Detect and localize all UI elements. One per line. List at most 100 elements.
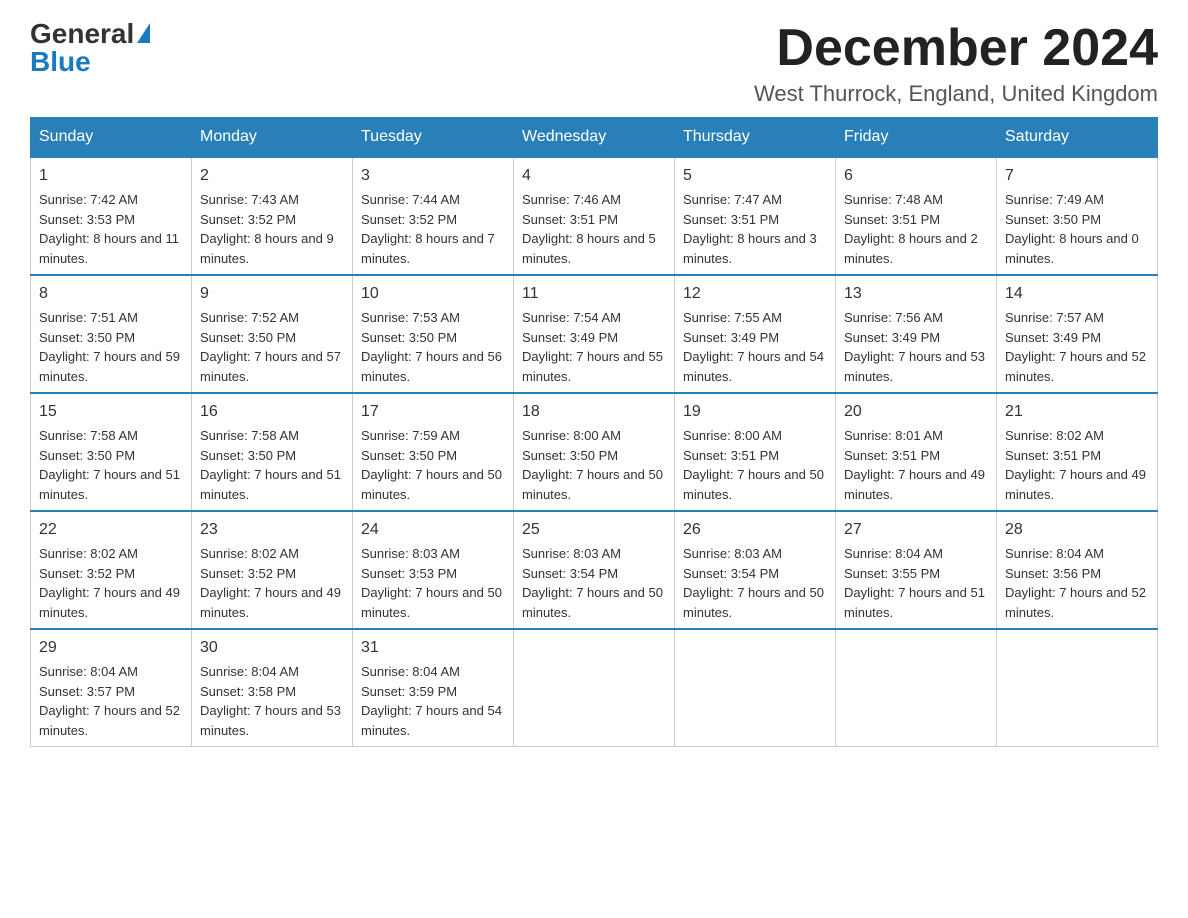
calendar-day-16: 16Sunrise: 7:58 AMSunset: 3:50 PMDayligh… xyxy=(192,393,353,511)
day-number: 18 xyxy=(522,400,666,424)
calendar-day-4: 4Sunrise: 7:46 AMSunset: 3:51 PMDaylight… xyxy=(514,157,675,275)
calendar-day-1: 1Sunrise: 7:42 AMSunset: 3:53 PMDaylight… xyxy=(31,157,192,275)
calendar-header-friday: Friday xyxy=(836,118,997,158)
day-number: 14 xyxy=(1005,282,1149,306)
calendar-empty-cell xyxy=(836,629,997,747)
day-number: 9 xyxy=(200,282,344,306)
calendar-day-15: 15Sunrise: 7:58 AMSunset: 3:50 PMDayligh… xyxy=(31,393,192,511)
day-number: 13 xyxy=(844,282,988,306)
calendar-day-9: 9Sunrise: 7:52 AMSunset: 3:50 PMDaylight… xyxy=(192,275,353,393)
calendar-empty-cell xyxy=(997,629,1158,747)
day-info: Sunrise: 7:44 AMSunset: 3:52 PMDaylight:… xyxy=(361,190,505,268)
calendar-day-8: 8Sunrise: 7:51 AMSunset: 3:50 PMDaylight… xyxy=(31,275,192,393)
day-info: Sunrise: 7:47 AMSunset: 3:51 PMDaylight:… xyxy=(683,190,827,268)
calendar-day-12: 12Sunrise: 7:55 AMSunset: 3:49 PMDayligh… xyxy=(675,275,836,393)
day-info: Sunrise: 7:42 AMSunset: 3:53 PMDaylight:… xyxy=(39,190,183,268)
day-info: Sunrise: 8:02 AMSunset: 3:52 PMDaylight:… xyxy=(200,544,344,622)
calendar-table: SundayMondayTuesdayWednesdayThursdayFrid… xyxy=(30,117,1158,747)
calendar-day-27: 27Sunrise: 8:04 AMSunset: 3:55 PMDayligh… xyxy=(836,511,997,629)
calendar-day-23: 23Sunrise: 8:02 AMSunset: 3:52 PMDayligh… xyxy=(192,511,353,629)
calendar-day-25: 25Sunrise: 8:03 AMSunset: 3:54 PMDayligh… xyxy=(514,511,675,629)
calendar-empty-cell xyxy=(514,629,675,747)
calendar-day-11: 11Sunrise: 7:54 AMSunset: 3:49 PMDayligh… xyxy=(514,275,675,393)
calendar-day-31: 31Sunrise: 8:04 AMSunset: 3:59 PMDayligh… xyxy=(353,629,514,747)
day-info: Sunrise: 8:03 AMSunset: 3:54 PMDaylight:… xyxy=(683,544,827,622)
day-number: 23 xyxy=(200,518,344,542)
calendar-header-row: SundayMondayTuesdayWednesdayThursdayFrid… xyxy=(31,118,1158,158)
calendar-day-26: 26Sunrise: 8:03 AMSunset: 3:54 PMDayligh… xyxy=(675,511,836,629)
calendar-day-10: 10Sunrise: 7:53 AMSunset: 3:50 PMDayligh… xyxy=(353,275,514,393)
day-info: Sunrise: 8:01 AMSunset: 3:51 PMDaylight:… xyxy=(844,426,988,504)
day-info: Sunrise: 8:03 AMSunset: 3:54 PMDaylight:… xyxy=(522,544,666,622)
calendar-week-row: 15Sunrise: 7:58 AMSunset: 3:50 PMDayligh… xyxy=(31,393,1158,511)
day-number: 21 xyxy=(1005,400,1149,424)
day-info: Sunrise: 8:02 AMSunset: 3:51 PMDaylight:… xyxy=(1005,426,1149,504)
day-number: 30 xyxy=(200,636,344,660)
calendar-day-24: 24Sunrise: 8:03 AMSunset: 3:53 PMDayligh… xyxy=(353,511,514,629)
day-number: 8 xyxy=(39,282,183,306)
day-number: 1 xyxy=(39,164,183,188)
calendar-week-row: 22Sunrise: 8:02 AMSunset: 3:52 PMDayligh… xyxy=(31,511,1158,629)
calendar-header-tuesday: Tuesday xyxy=(353,118,514,158)
day-number: 24 xyxy=(361,518,505,542)
calendar-day-29: 29Sunrise: 8:04 AMSunset: 3:57 PMDayligh… xyxy=(31,629,192,747)
day-info: Sunrise: 7:49 AMSunset: 3:50 PMDaylight:… xyxy=(1005,190,1149,268)
calendar-day-17: 17Sunrise: 7:59 AMSunset: 3:50 PMDayligh… xyxy=(353,393,514,511)
day-number: 17 xyxy=(361,400,505,424)
day-info: Sunrise: 7:58 AMSunset: 3:50 PMDaylight:… xyxy=(39,426,183,504)
day-number: 25 xyxy=(522,518,666,542)
calendar-day-5: 5Sunrise: 7:47 AMSunset: 3:51 PMDaylight… xyxy=(675,157,836,275)
calendar-day-14: 14Sunrise: 7:57 AMSunset: 3:49 PMDayligh… xyxy=(997,275,1158,393)
day-number: 6 xyxy=(844,164,988,188)
day-info: Sunrise: 7:56 AMSunset: 3:49 PMDaylight:… xyxy=(844,308,988,386)
day-number: 16 xyxy=(200,400,344,424)
logo-triangle-icon xyxy=(137,23,150,43)
day-info: Sunrise: 8:04 AMSunset: 3:56 PMDaylight:… xyxy=(1005,544,1149,622)
calendar-header-monday: Monday xyxy=(192,118,353,158)
day-info: Sunrise: 7:53 AMSunset: 3:50 PMDaylight:… xyxy=(361,308,505,386)
day-info: Sunrise: 7:52 AMSunset: 3:50 PMDaylight:… xyxy=(200,308,344,386)
logo-general-text: General xyxy=(30,20,134,48)
calendar-day-19: 19Sunrise: 8:00 AMSunset: 3:51 PMDayligh… xyxy=(675,393,836,511)
day-info: Sunrise: 7:48 AMSunset: 3:51 PMDaylight:… xyxy=(844,190,988,268)
month-title: December 2024 xyxy=(754,20,1158,77)
logo: General Blue xyxy=(30,20,150,76)
day-number: 20 xyxy=(844,400,988,424)
day-info: Sunrise: 8:04 AMSunset: 3:55 PMDaylight:… xyxy=(844,544,988,622)
calendar-empty-cell xyxy=(675,629,836,747)
day-info: Sunrise: 8:03 AMSunset: 3:53 PMDaylight:… xyxy=(361,544,505,622)
day-info: Sunrise: 8:04 AMSunset: 3:58 PMDaylight:… xyxy=(200,662,344,740)
calendar-header-sunday: Sunday xyxy=(31,118,192,158)
calendar-day-13: 13Sunrise: 7:56 AMSunset: 3:49 PMDayligh… xyxy=(836,275,997,393)
day-info: Sunrise: 7:54 AMSunset: 3:49 PMDaylight:… xyxy=(522,308,666,386)
day-info: Sunrise: 7:58 AMSunset: 3:50 PMDaylight:… xyxy=(200,426,344,504)
day-info: Sunrise: 7:43 AMSunset: 3:52 PMDaylight:… xyxy=(200,190,344,268)
day-number: 2 xyxy=(200,164,344,188)
calendar-day-18: 18Sunrise: 8:00 AMSunset: 3:50 PMDayligh… xyxy=(514,393,675,511)
calendar-day-30: 30Sunrise: 8:04 AMSunset: 3:58 PMDayligh… xyxy=(192,629,353,747)
day-info: Sunrise: 7:59 AMSunset: 3:50 PMDaylight:… xyxy=(361,426,505,504)
logo-blue-text: Blue xyxy=(30,48,91,76)
day-info: Sunrise: 8:00 AMSunset: 3:50 PMDaylight:… xyxy=(522,426,666,504)
calendar-day-6: 6Sunrise: 7:48 AMSunset: 3:51 PMDaylight… xyxy=(836,157,997,275)
title-section: December 2024 West Thurrock, England, Un… xyxy=(754,20,1158,107)
day-number: 12 xyxy=(683,282,827,306)
day-number: 19 xyxy=(683,400,827,424)
calendar-day-21: 21Sunrise: 8:02 AMSunset: 3:51 PMDayligh… xyxy=(997,393,1158,511)
day-number: 15 xyxy=(39,400,183,424)
calendar-day-20: 20Sunrise: 8:01 AMSunset: 3:51 PMDayligh… xyxy=(836,393,997,511)
day-number: 5 xyxy=(683,164,827,188)
day-info: Sunrise: 8:02 AMSunset: 3:52 PMDaylight:… xyxy=(39,544,183,622)
page-header: General Blue December 2024 West Thurrock… xyxy=(30,20,1158,107)
day-number: 4 xyxy=(522,164,666,188)
calendar-header-saturday: Saturday xyxy=(997,118,1158,158)
calendar-day-7: 7Sunrise: 7:49 AMSunset: 3:50 PMDaylight… xyxy=(997,157,1158,275)
calendar-day-22: 22Sunrise: 8:02 AMSunset: 3:52 PMDayligh… xyxy=(31,511,192,629)
calendar-day-3: 3Sunrise: 7:44 AMSunset: 3:52 PMDaylight… xyxy=(353,157,514,275)
calendar-header-thursday: Thursday xyxy=(675,118,836,158)
day-number: 28 xyxy=(1005,518,1149,542)
calendar-week-row: 29Sunrise: 8:04 AMSunset: 3:57 PMDayligh… xyxy=(31,629,1158,747)
day-info: Sunrise: 8:00 AMSunset: 3:51 PMDaylight:… xyxy=(683,426,827,504)
day-info: Sunrise: 7:57 AMSunset: 3:49 PMDaylight:… xyxy=(1005,308,1149,386)
day-number: 7 xyxy=(1005,164,1149,188)
